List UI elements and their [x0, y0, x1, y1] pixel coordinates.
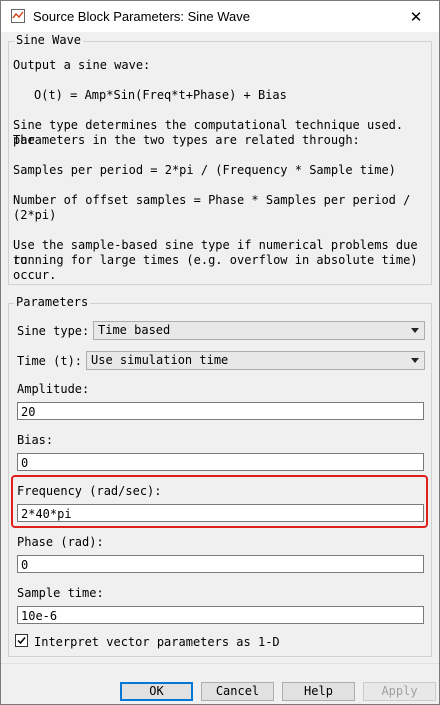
block-group-title: Sine Wave: [14, 33, 84, 47]
parameters-group-title: Parameters: [14, 295, 91, 309]
bias-label: Bias:: [17, 433, 54, 447]
description-line: (2*pi): [13, 208, 57, 222]
sine-type-select[interactable]: Time based: [93, 321, 425, 340]
sine-type-value: Time based: [98, 323, 171, 337]
sine-type-label: Sine type:: [17, 324, 90, 338]
interpret-vector-label: Interpret vector parameters as 1-D: [34, 635, 280, 649]
apply-button[interactable]: Apply: [363, 682, 436, 701]
simulink-block-icon: [11, 9, 25, 23]
checkmark-icon: [17, 637, 26, 645]
close-icon: ✕: [409, 7, 423, 26]
cancel-button[interactable]: Cancel: [201, 682, 274, 701]
equation-line: O(t) = Amp*Sin(Freq*t+Phase) + Bias: [34, 88, 287, 102]
description-line: parameters in the two types are related …: [13, 133, 360, 147]
time-value: Use simulation time: [91, 353, 229, 367]
sample-time-label: Sample time:: [17, 586, 104, 600]
footer-divider: [1, 663, 439, 664]
description-line: running for large times (e.g. overflow i…: [13, 253, 418, 267]
help-button[interactable]: Help: [282, 682, 355, 701]
window-title: Source Block Parameters: Sine Wave: [33, 9, 250, 24]
description-line: Number of offset samples = Phase * Sampl…: [13, 193, 411, 207]
title-bar: Source Block Parameters: Sine Wave ✕: [1, 1, 439, 32]
interpret-vector-checkbox[interactable]: [15, 634, 28, 647]
phase-label: Phase (rad):: [17, 535, 104, 549]
sample-time-input[interactable]: 10e-6: [17, 606, 424, 624]
chevron-down-icon: [411, 328, 419, 333]
phase-input[interactable]: 0: [17, 555, 424, 573]
amplitude-input[interactable]: 20: [17, 402, 424, 420]
frequency-label: Frequency (rad/sec):: [17, 484, 162, 498]
amplitude-label: Amplitude:: [17, 382, 90, 396]
chevron-down-icon: [411, 358, 419, 363]
time-select[interactable]: Use simulation time: [86, 351, 425, 370]
ok-button[interactable]: OK: [120, 682, 193, 701]
frequency-input[interactable]: 2*40*pi: [17, 504, 424, 522]
time-label: Time (t):: [17, 354, 83, 368]
dialog-window: Source Block Parameters: Sine Wave ✕ Sin…: [0, 0, 440, 705]
description-line: Output a sine wave:: [13, 58, 151, 72]
close-button[interactable]: ✕: [393, 1, 439, 32]
description-line: Samples per period = 2*pi / (Frequency *…: [13, 163, 396, 177]
bias-input[interactable]: 0: [17, 453, 424, 471]
description-line: occur.: [13, 268, 57, 282]
